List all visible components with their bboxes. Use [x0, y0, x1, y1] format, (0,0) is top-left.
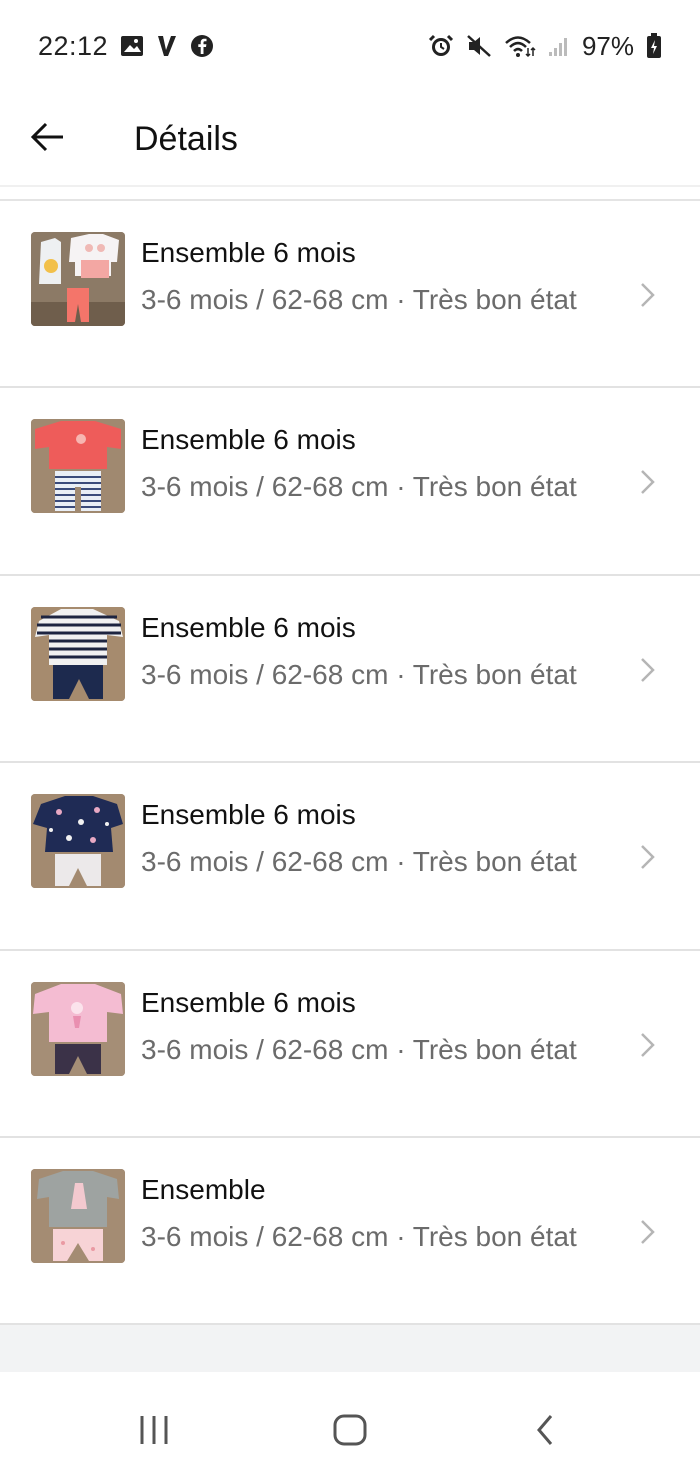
item-subtitle: 3-6 mois / 62-68 cm · Très bon état [141, 1033, 577, 1065]
item-title: Ensemble 6 mois [141, 986, 356, 1018]
status-bar: 22:12 97% [0, 0, 700, 92]
item-thumbnail [31, 232, 125, 326]
battery-charging-icon [646, 33, 662, 59]
home-button[interactable] [320, 1402, 380, 1462]
chevron-right-icon [636, 656, 658, 684]
app-bar: Détails [0, 92, 700, 186]
list-item[interactable]: Ensemble 6 mois 3-6 mois / 62-68 cm · Tr… [0, 576, 700, 764]
item-title: Ensemble 6 mois [141, 799, 356, 831]
gallery-icon [120, 35, 144, 57]
status-time: 22:12 [38, 30, 109, 61]
facebook-icon [190, 34, 214, 58]
item-thumbnail [31, 1168, 125, 1263]
item-thumbnail [31, 419, 125, 514]
item-title: Ensemble 6 mois [141, 611, 356, 643]
wifi-icon [504, 34, 536, 58]
list-item[interactable]: Ensemble 6 mois 3-6 mois / 62-68 cm · Tr… [0, 951, 700, 1138]
item-thumbnail [31, 794, 125, 889]
item-subtitle: 3-6 mois / 62-68 cm · Très bon état [141, 658, 577, 690]
chevron-right-icon [636, 468, 658, 496]
chevron-right-icon [636, 1218, 658, 1246]
list-item[interactable]: Ensemble 6 mois 3-6 mois / 62-68 cm · Tr… [0, 201, 700, 389]
back-icon [533, 1413, 557, 1452]
item-subtitle: 3-6 mois / 62-68 cm · Très bon état [141, 284, 577, 315]
system-back-button[interactable] [515, 1402, 575, 1462]
status-right: 97% [428, 31, 662, 62]
item-subtitle: 3-6 mois / 62-68 cm · Très bon état [141, 846, 577, 878]
list-footer-band [0, 1325, 700, 1372]
recent-apps-icon [137, 1414, 171, 1451]
item-thumbnail [31, 606, 125, 701]
home-icon [332, 1413, 368, 1452]
system-nav-bar [0, 1372, 700, 1478]
signal-icon [548, 34, 570, 58]
arrow-left-icon [30, 122, 66, 157]
item-subtitle: 3-6 mois / 62-68 cm · Très bon état [141, 471, 577, 503]
list-item[interactable]: Ensemble 6 mois 3-6 mois / 62-68 cm · Tr… [0, 763, 700, 951]
app-bar-divider [0, 185, 700, 187]
mute-icon [466, 34, 492, 58]
chevron-right-icon [636, 281, 658, 309]
item-title: Ensemble [141, 1173, 266, 1205]
chevron-right-icon [636, 1031, 658, 1059]
item-subtitle: 3-6 mois / 62-68 cm · Très bon état [141, 1220, 577, 1252]
item-list: Ensemble 6 mois 3-6 mois / 62-68 cm · Tr… [0, 201, 700, 1326]
list-item[interactable]: Ensemble 6 mois 3-6 mois / 62-68 cm · Tr… [0, 388, 700, 576]
v-app-icon [156, 34, 178, 58]
item-title: Ensemble 6 mois [141, 424, 356, 456]
battery-percentage: 97% [581, 30, 634, 61]
item-title: Ensemble 6 mois [141, 237, 356, 268]
chevron-right-icon [636, 843, 658, 871]
page-title: Détails [134, 119, 238, 158]
status-left: 22:12 [38, 31, 214, 62]
recent-apps-button[interactable] [124, 1402, 184, 1462]
list-item[interactable]: Ensemble 3-6 mois / 62-68 cm · Très bon … [0, 1138, 700, 1326]
item-thumbnail [31, 981, 125, 1076]
alarm-icon [428, 34, 454, 58]
back-button[interactable] [0, 99, 96, 179]
screen: 22:12 97% Détails Ensemble 6 mois 3-6 mo… [0, 0, 700, 1478]
